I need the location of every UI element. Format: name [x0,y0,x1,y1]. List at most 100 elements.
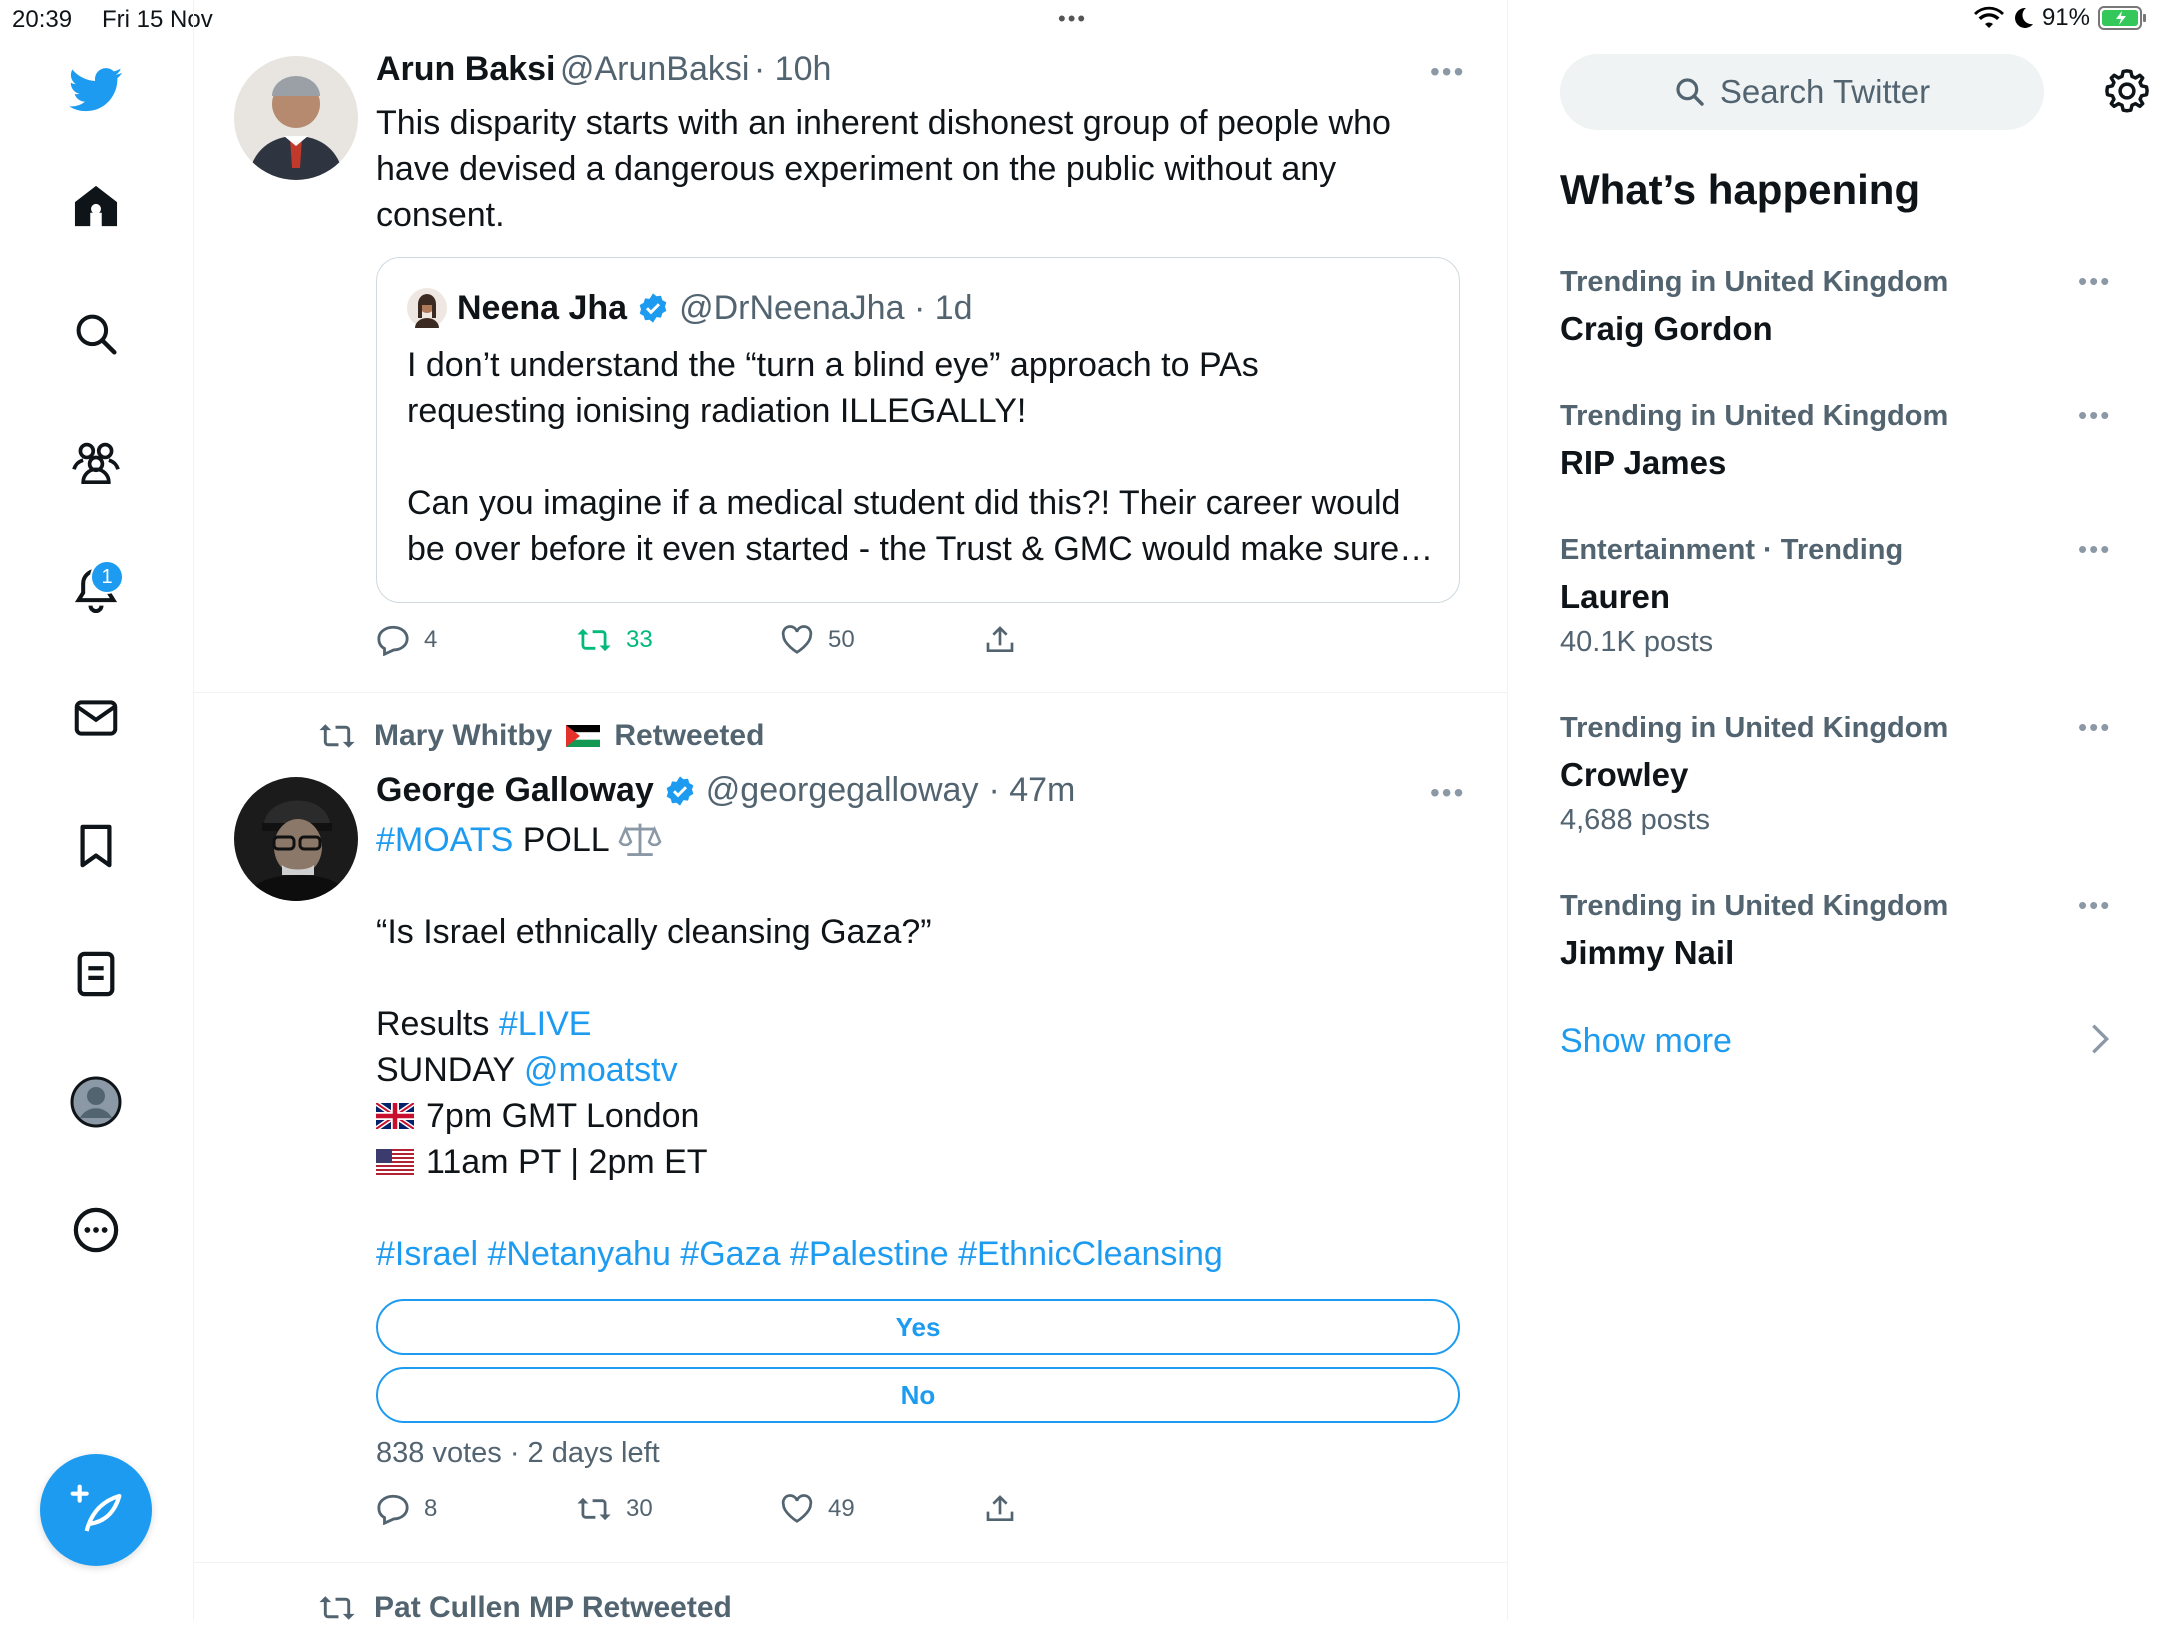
hashtags-line[interactable]: #Israel #Netanyahu #Gaza #Palestine #Eth… [376,1231,1466,1277]
search-icon[interactable] [66,304,126,364]
retweet-button[interactable]: 33 [576,624,780,656]
mail-icon[interactable] [66,688,126,748]
tweet-text-line-1: #MOATS POLL [376,817,1466,863]
bookmark-icon[interactable] [66,816,126,876]
trend-name[interactable]: Jimmy Nail [1560,934,1734,972]
tweet-more-icon[interactable]: ••• [1430,56,1465,88]
trend-post-count: 4,688 posts [1560,804,1710,836]
results-line: Results #LIVE [376,1001,1466,1047]
poll-option-no[interactable]: No [376,1367,1460,1423]
retweeted-label: Retweeted [614,719,765,752]
share-button[interactable] [984,1493,1016,1525]
quote-text-line: I don’t understand the “turn a blind eye… [407,346,1259,384]
tweet-time[interactable]: · 47m [988,771,1075,810]
avatar[interactable] [234,777,358,901]
trend-category: Trending in United Kingdom [1560,712,1949,744]
retweet-button[interactable]: 30 [576,1493,780,1525]
twitter-logo-icon[interactable] [66,60,126,120]
us-time-line: 11am PT | 2pm ET [376,1139,1466,1185]
author-handle[interactable]: @georgegalloway [706,771,979,810]
trend-more-icon[interactable]: ••• [2078,400,2111,431]
profile-avatar-icon[interactable] [66,1072,126,1132]
avatar[interactable] [234,56,358,180]
sunday-line: SUNDAY @moatstv [376,1047,1466,1093]
timeline[interactable]: Arun Baksi @ArunBaksi · 10h ••• This dis… [194,0,1508,1624]
home-icon[interactable] [66,176,126,236]
share-button[interactable] [984,624,1016,656]
trend-more-icon[interactable]: ••• [2078,534,2111,565]
search-placeholder: Search Twitter [1719,73,1931,110]
tweet-text-line: consent. [376,196,505,234]
quoted-tweet[interactable]: Neena Jha @DrNeenaJha · 1d I don’t under… [376,257,1460,603]
scales-icon [618,823,662,856]
poll-meta: 838 votes · 2 days left [376,1437,660,1469]
lists-icon[interactable] [66,944,126,1004]
like-button[interactable]: 49 [780,1493,984,1525]
trend-category: Trending in United Kingdom [1560,266,1949,298]
tweet-actions: 8 30 49 [376,1493,1016,1525]
tweet-divider [194,1562,1507,1563]
whats-happening-heading: What’s happening [1560,166,1921,213]
compose-tweet-button[interactable] [40,1454,152,1566]
retweet-icon [319,1596,355,1620]
reply-button[interactable]: 8 [376,1493,576,1525]
hashtag-link[interactable]: #LIVE [499,1005,592,1043]
trend-post-count: 40.1K posts [1560,626,1714,658]
mention-link[interactable]: @moatstv [524,1051,678,1089]
show-more-link[interactable]: Show more [1560,1022,1732,1061]
tweet-more-icon[interactable]: ••• [1430,777,1465,809]
author-name[interactable]: George Galloway [376,771,654,810]
hashtag-link[interactable]: #MOATS [376,817,513,863]
quote-header: Neena Jha @DrNeenaJha · 1d [407,288,973,328]
notifications-bell-icon[interactable]: 1 [66,560,126,620]
tweet-divider [194,692,1507,693]
tweet-time[interactable]: · 10h [754,50,832,88]
quote-handle-time: @DrNeenaJha · 1d [679,288,973,327]
chevron-right-icon[interactable] [2090,1022,2110,1061]
share-icon [986,1495,1014,1521]
quote-text-line: requesting ionising radiation ILLEGALLY! [407,392,1027,430]
trend-more-icon[interactable]: ••• [2078,266,2111,297]
tweet-text: This disparity starts with an inherent d… [376,100,1466,238]
results-label: Results [376,1005,499,1043]
search-input[interactable]: Search Twitter [1560,54,2044,130]
poll-option-yes[interactable]: Yes [376,1299,1460,1355]
retweet-count: 33 [626,626,653,653]
communities-icon[interactable] [66,432,126,492]
poll-question: “Is Israel ethnically cleansing Gaza?” [376,913,932,951]
quote-author-name: Neena Jha [457,288,628,327]
retweeter-name: Mary Whitby [374,719,553,752]
trend-name[interactable]: Lauren [1560,578,1670,616]
trend-name[interactable]: Crowley [1560,756,1688,794]
trend-name[interactable]: Craig Gordon [1560,310,1773,348]
compose-feather-icon [70,1484,122,1532]
tweet-text-line: This disparity starts with an inherent d… [376,104,1391,142]
retweeted-by-line[interactable]: Mary Whitby Retweeted [318,719,764,753]
trend-more-icon[interactable]: ••• [2078,890,2111,921]
tweet-actions: 4 33 50 [376,624,1016,656]
reply-button[interactable]: 4 [376,624,576,656]
uk-time-line: 7pm GMT London [376,1093,1466,1139]
retweet-icon [577,1497,611,1521]
us-time: 11am PT | 2pm ET [426,1143,708,1181]
trend-category: Trending in United Kingdom [1560,400,1949,432]
trend-name[interactable]: RIP James [1560,444,1726,482]
more-options-icon[interactable] [66,1200,126,1260]
quote-text-line: Can you imagine if a medical student did… [407,484,1401,522]
trend-more-icon[interactable]: ••• [2078,712,2111,743]
trend-category: Entertainment · Trending [1560,534,1904,566]
share-icon [986,626,1014,652]
quote-avatar [407,288,447,328]
quote-text-line: be over before it even started - the Tru… [407,530,1434,568]
heart-icon [781,625,813,654]
reply-count: 8 [424,1495,438,1522]
retweet-icon [319,724,355,748]
author-name[interactable]: Arun Baksi [376,50,556,88]
reply-icon [377,1494,409,1525]
settings-gear-icon[interactable] [2104,68,2150,119]
tweet-text-line: have devised a dangerous experiment on t… [376,150,1337,188]
text-spacer [376,955,1466,1001]
reply-icon [377,625,409,656]
author-handle[interactable]: @ArunBaksi [560,50,749,88]
like-button[interactable]: 50 [780,624,984,656]
